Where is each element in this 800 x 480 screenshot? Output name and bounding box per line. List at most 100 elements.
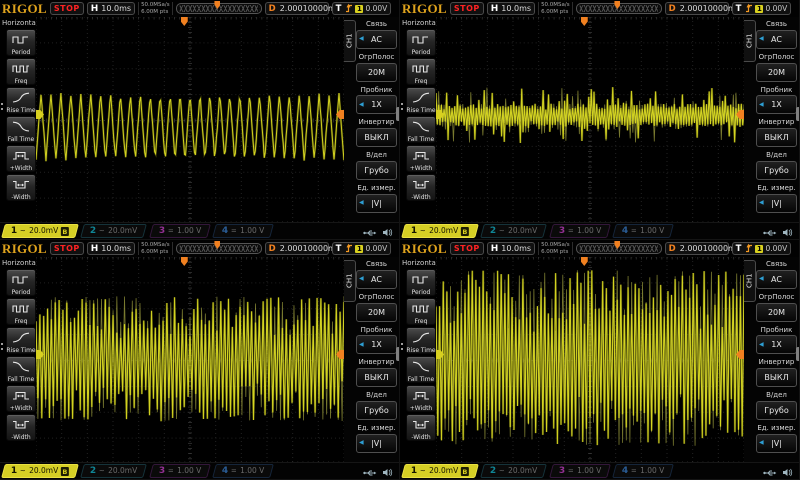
- measure-button-period[interactable]: Period: [406, 269, 436, 296]
- channel-1-chip[interactable]: 1 ~ 20.0mV B: [401, 224, 479, 238]
- units-value-button[interactable]: ◀|V|: [356, 434, 397, 453]
- measure-button-fall-time[interactable]: Fall Time: [406, 356, 436, 383]
- trigger-status-chip[interactable]: T 1 0.00V: [732, 242, 792, 255]
- measure-button-freq[interactable]: Freq: [406, 58, 436, 85]
- bandwidth-value-button[interactable]: 20M: [756, 303, 797, 322]
- channel-3-chip[interactable]: 3 = 1.00 V: [149, 224, 211, 238]
- measure-button-minus-width[interactable]: -Width: [6, 414, 36, 441]
- measure-button-rise-time[interactable]: Rise Time: [6, 327, 36, 354]
- channel-2-chip[interactable]: 2 ~ 20.0mV: [80, 224, 147, 238]
- menu-item-header: ОгрПолос: [756, 293, 797, 302]
- bandwidth-value-button[interactable]: 20M: [356, 63, 397, 82]
- left-arrow-icon: ◀: [759, 440, 764, 446]
- measure-button-period[interactable]: Period: [6, 269, 36, 296]
- measure-button-plus-width[interactable]: +Width: [6, 145, 36, 172]
- menu-page-indicator[interactable]: [396, 107, 399, 121]
- invert-value-button[interactable]: ВЫКЛ: [356, 368, 397, 387]
- trigger-delay-chip[interactable]: D 2.00010000ms: [265, 2, 329, 15]
- channel-1-chip[interactable]: 1 ~ 20.0mV B: [401, 464, 479, 478]
- channel-2-chip[interactable]: 2 ~ 20.0mV: [480, 224, 547, 238]
- scope-main-area: Horizontal Period Freq Rise Time Fall Ti…: [0, 17, 399, 224]
- units-value-button[interactable]: ◀|V|: [356, 194, 397, 213]
- measure-button-freq[interactable]: Freq: [406, 298, 436, 325]
- memory-depth-bar: [176, 3, 262, 14]
- channel-4-chip[interactable]: 4 = 1.00 V: [612, 224, 674, 238]
- units-value-button[interactable]: ◀|V|: [756, 194, 797, 213]
- menu-item-probe: Пробник ◀1X: [756, 86, 797, 115]
- measure-button-minus-width[interactable]: -Width: [406, 414, 436, 441]
- volts-div-value-button[interactable]: Грубо: [356, 161, 397, 180]
- coupling-value-button[interactable]: ◀AC: [756, 270, 797, 289]
- coupling-value-button[interactable]: ◀AC: [356, 270, 397, 289]
- measure-button-fall-time[interactable]: Fall Time: [6, 356, 36, 383]
- bandwidth-value-button[interactable]: 20M: [756, 63, 797, 82]
- trigger-status-chip[interactable]: T 1 0.00V: [332, 242, 392, 255]
- bandwidth-value-button[interactable]: 20M: [356, 303, 397, 322]
- measure-button-plus-width[interactable]: +Width: [6, 385, 36, 412]
- timebase-chip[interactable]: H 10.0ms: [487, 2, 535, 15]
- measure-button-plus-width[interactable]: +Width: [406, 145, 436, 172]
- menu-item-value: AC: [771, 275, 782, 284]
- timebase-chip[interactable]: H 10.0ms: [87, 2, 135, 15]
- invert-value-button[interactable]: ВЫКЛ: [756, 128, 797, 147]
- channel-3-chip[interactable]: 3 = 1.00 V: [149, 464, 211, 478]
- measure-button-plus-width[interactable]: +Width: [406, 385, 436, 412]
- channel-3-chip[interactable]: 3 = 1.00 V: [549, 464, 611, 478]
- probe-value-button[interactable]: ◀1X: [356, 335, 397, 354]
- timebase-chip[interactable]: H 10.0ms: [87, 242, 135, 255]
- channel-4-chip[interactable]: 4 = 1.00 V: [212, 224, 274, 238]
- measure-button-period[interactable]: Period: [406, 29, 436, 56]
- units-value-button[interactable]: ◀ |V|: [756, 434, 797, 453]
- top-status-bar: RIGOL STOP H 10.0ms 50.0MSa/s 6.00M pts …: [400, 0, 799, 17]
- measure-button-minus-width[interactable]: -Width: [406, 174, 436, 201]
- bandwidth-limit-badge: B: [461, 467, 469, 476]
- trigger-delay-chip[interactable]: D 2.00010000ms: [265, 242, 329, 255]
- delay-value: 2.00010000ms: [280, 4, 340, 13]
- coupling-value-button[interactable]: ◀AC: [756, 30, 797, 49]
- measure-button-freq[interactable]: Freq: [6, 58, 36, 85]
- measure-button-freq[interactable]: Freq: [6, 298, 36, 325]
- channel-4-chip[interactable]: 4 = 1.00 V: [212, 464, 274, 478]
- menu-item-header: Инвертир: [356, 118, 397, 127]
- menu-item-value: 1X: [371, 340, 382, 349]
- left-arrow-icon: ◀: [759, 342, 764, 348]
- measure-button-rise-time[interactable]: Rise Time: [406, 327, 436, 354]
- menu-item-value: |V|: [771, 439, 782, 448]
- probe-value-button[interactable]: ◀1X: [356, 95, 397, 114]
- menu-page-indicator[interactable]: [796, 347, 799, 361]
- channel-3-chip[interactable]: 3 = 1.00 V: [549, 224, 611, 238]
- menu-page-indicator[interactable]: [396, 347, 399, 361]
- volts-div-value-button[interactable]: Грубо: [756, 401, 797, 420]
- bandwidth-limit-badge: B: [461, 227, 469, 236]
- trigger-delay-chip[interactable]: D 2.00010000ms: [665, 2, 729, 15]
- memory-depth: 6.00M pts: [141, 249, 170, 256]
- trigger-status-chip[interactable]: T 1 0.00V: [332, 2, 392, 15]
- trigger-delay-chip[interactable]: D 2.00010000ms: [665, 242, 729, 255]
- invert-value-button[interactable]: ВЫКЛ: [756, 368, 797, 387]
- run-status-badge: STOP: [450, 242, 484, 255]
- probe-value-button[interactable]: ◀1X: [756, 95, 797, 114]
- channel-1-chip[interactable]: 1 ~ 20.0mV B: [1, 464, 79, 478]
- menu-page-indicator[interactable]: [796, 107, 799, 121]
- measure-button-rise-time[interactable]: Rise Time: [406, 87, 436, 114]
- channel-2-chip[interactable]: 2 ~ 20.0mV: [480, 464, 547, 478]
- invert-value-button[interactable]: ВЫКЛ: [356, 128, 397, 147]
- timebase-chip[interactable]: H 10.0ms: [487, 242, 535, 255]
- probe-value-button[interactable]: ◀1X: [756, 335, 797, 354]
- menu-item-bandwidth: ОгрПолос 20M: [356, 53, 397, 82]
- volts-div-value-button[interactable]: Грубо: [356, 401, 397, 420]
- measure-button-minus-width[interactable]: -Width: [6, 174, 36, 201]
- menu-item-value: ВЫКЛ: [364, 133, 388, 142]
- measure-button-period[interactable]: Period: [6, 29, 36, 56]
- coupling-value-button[interactable]: ◀AC: [356, 30, 397, 49]
- volts-div-value-button[interactable]: Грубо: [756, 161, 797, 180]
- menu-item-header: Связь: [356, 20, 397, 29]
- trigger-status-chip[interactable]: T 1 0.00V: [732, 2, 792, 15]
- channel-4-chip[interactable]: 4 = 1.00 V: [612, 464, 674, 478]
- measure-button-fall-time[interactable]: Fall Time: [6, 116, 36, 143]
- channel-1-chip[interactable]: 1 ~ 20.0mV B: [1, 224, 79, 238]
- channel-2-chip[interactable]: 2 ~ 20.0mV: [80, 464, 147, 478]
- measure-button-fall-time[interactable]: Fall Time: [406, 116, 436, 143]
- timebase-value: 10.0ms: [501, 4, 531, 13]
- measure-button-rise-time[interactable]: Rise Time: [6, 87, 36, 114]
